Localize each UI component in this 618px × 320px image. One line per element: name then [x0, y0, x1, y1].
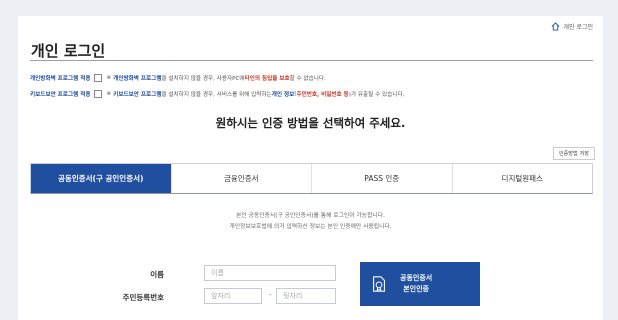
- title-divider: [30, 60, 593, 61]
- option-keyboard: 키보드보안 프로그램 적용 ※ 키보드보안 프로그램 을 설치하지 않을 경우,…: [30, 90, 404, 98]
- auth-info-line1: 본인 공동인증서(구 공인인증서)를 통해 로그인이 가능합니다.: [236, 213, 385, 219]
- name-label: 이름: [150, 270, 164, 279]
- keyboard-note-mark: ※: [106, 91, 112, 97]
- auth-tabs: 공동인증서(구 공인인증서) 금융인증서 PASS 인증 디지털원패스: [30, 163, 593, 194]
- auth-heading: 원하시는 인증 방법을 선택하여 주세요.: [215, 116, 406, 130]
- keyboard-note-end: )가 유출될 수 있습니다.: [348, 92, 405, 98]
- keyboard-note-highlight: 주민번호, 비밀번호 등: [296, 92, 349, 98]
- keyboard-label: 키보드보안 프로그램 적용: [30, 92, 91, 98]
- option-firewall: 개인방화벽 프로그램 적용 ※ 개인방화벽 프로그램 을 설치하지 않을 경우,…: [30, 74, 326, 82]
- name-input[interactable]: [204, 265, 336, 281]
- tab-digital-onepass[interactable]: 디지털원패스: [451, 164, 592, 193]
- firewall-note-mark: ※: [106, 75, 112, 81]
- keyboard-note-info: 개인 정보: [271, 92, 295, 98]
- home-icon: [552, 22, 560, 31]
- firewall-note-highlight: 타인의 침입을 보호: [244, 76, 290, 82]
- auth-info: 본인 공동인증서(구 공인인증서)를 통해 로그인이 가능합니다. 개인정보보호…: [18, 211, 603, 233]
- rrn-label: 주민등록번호: [122, 293, 164, 302]
- firewall-note-end: 할 수 없습니다.: [289, 76, 326, 82]
- keyboard-checkbox[interactable]: [93, 90, 102, 98]
- keyboard-note-text: 을 설치하지 않을 경우, 서비스를 위해 입력하는: [161, 92, 272, 98]
- tab-financial-certificate[interactable]: 금융인증서: [170, 164, 311, 193]
- home-link[interactable]: 개인 로그인: [551, 22, 593, 31]
- firewall-checkbox[interactable]: [93, 74, 102, 82]
- certificate-auth-line1: 공동인증서: [400, 274, 433, 282]
- firewall-note-text: 을 설치하지 않을 경우, 사용자PC에: [161, 76, 245, 82]
- login-panel: 개인 로그인 개인 로그인 개인방화벽 프로그램 적용 ※ 개인방화벽 프로그램…: [18, 16, 603, 320]
- tab-joint-certificate[interactable]: 공동인증서(구 공인인증서): [31, 164, 171, 193]
- rrn-dash: -: [269, 291, 272, 299]
- firewall-note-program: 개인방화벽 프로그램: [113, 76, 162, 82]
- certificate-auth-button[interactable]: 공동인증서 본인인증: [360, 262, 480, 306]
- save-auth-method-button[interactable]: 인증방법 저장: [552, 147, 595, 160]
- firewall-label: 개인방화벽 프로그램 적용: [30, 76, 91, 82]
- auth-info-line2: 개인정보보호법에 의거 입력하신 정보는 본인 인증에만 사용됩니다.: [229, 224, 392, 230]
- keyboard-note-program: 키보드보안 프로그램: [113, 92, 162, 98]
- certificate-icon: [373, 276, 385, 292]
- rrn-front-input[interactable]: [204, 288, 262, 304]
- certificate-auth-line2: 본인인증: [403, 285, 429, 293]
- home-label: 개인 로그인: [563, 24, 593, 31]
- certificate-auth-label: 공동인증서 본인인증: [400, 273, 432, 295]
- page-title: 개인 로그인: [31, 42, 106, 60]
- tab-pass[interactable]: PASS 인증: [311, 164, 452, 193]
- rrn-back-input[interactable]: [276, 288, 336, 304]
